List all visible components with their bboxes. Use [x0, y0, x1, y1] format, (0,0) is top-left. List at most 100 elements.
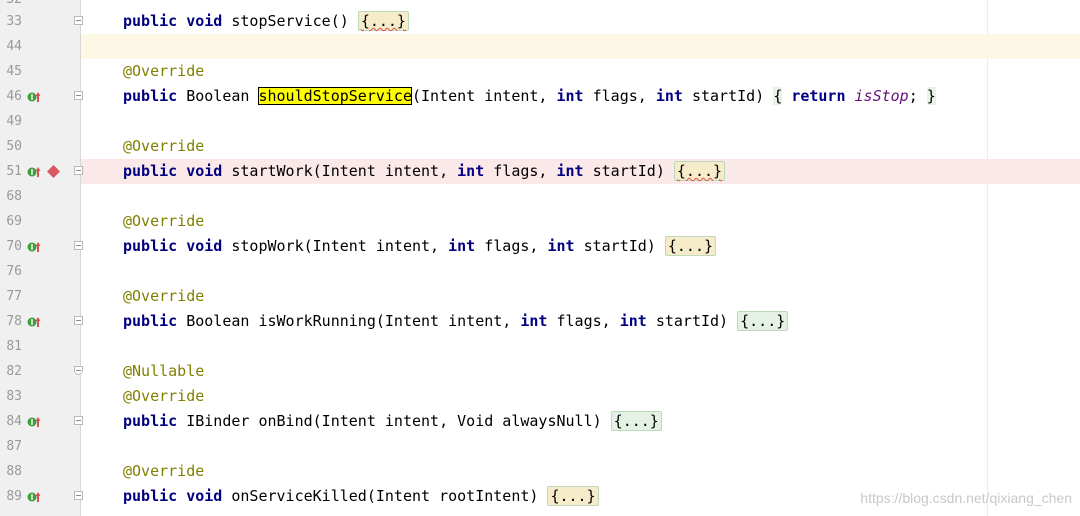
folded-code-block[interactable]: {...} [673, 161, 726, 181]
code-line[interactable]: 76 [0, 259, 1080, 284]
folded-code-block[interactable]: {...} [664, 236, 717, 256]
code-editor[interactable]: 32 33 public void stopService() {...} 44… [0, 0, 1080, 516]
folded-code-block[interactable]: {...} [610, 411, 662, 431]
params: startId) [682, 87, 774, 105]
code-text[interactable]: public Boolean isWorkRunning(Intent inte… [123, 309, 789, 334]
code-text[interactable]: public void stopWork(Intent intent, int … [123, 234, 717, 259]
code-text[interactable]: @Override [123, 134, 204, 159]
fold-toggle-icon[interactable] [74, 491, 83, 500]
implements-override-icon[interactable] [27, 490, 41, 504]
keyword: void [186, 162, 223, 180]
annotation: @Override [123, 387, 205, 405]
breakpoint-diamond-icon[interactable] [47, 165, 60, 178]
keyword: int [457, 162, 485, 180]
implements-override-icon[interactable] [27, 415, 41, 429]
folded-code-block[interactable]: {...} [737, 311, 789, 331]
fold-toggle-icon[interactable] [74, 416, 83, 425]
code-line[interactable]: 70 public void stopWork(Intent intent, i… [0, 234, 1080, 259]
method-signature: isWorkRunning(Intent intent, [258, 312, 521, 330]
line-number: 46 [6, 89, 22, 104]
code-text[interactable]: public void stopService() {...} [123, 9, 409, 34]
keyword: public [123, 237, 178, 255]
implements-override-icon[interactable] [27, 90, 41, 104]
line-number: 78 [6, 314, 22, 329]
line-number: 49 [6, 114, 22, 129]
code-text[interactable]: public void startWork(Intent intent, int… [123, 159, 726, 184]
method-signature: stopWork(Intent intent, [231, 237, 449, 255]
code-text[interactable]: @Override [123, 384, 204, 409]
code-line[interactable]: 81 [0, 334, 1080, 359]
code-line[interactable]: 84 public IBinder onBind(Intent intent, … [0, 409, 1080, 434]
code-text[interactable]: @Nullable [123, 359, 204, 384]
field-ref[interactable]: isStop [855, 87, 909, 105]
fold-toggle-icon[interactable] [74, 91, 83, 100]
code-line[interactable]: 49 [0, 109, 1080, 134]
code-line[interactable]: 88 @Override [0, 459, 1080, 484]
type: Boolean [186, 87, 250, 105]
fold-toggle-icon[interactable] [74, 316, 83, 325]
params: flags, [475, 237, 548, 255]
implements-override-icon[interactable] [27, 165, 41, 179]
type: Boolean [186, 312, 250, 330]
keyword: public [123, 87, 178, 105]
folded-code-block[interactable]: {...} [357, 11, 409, 31]
code-line[interactable]: 68 [0, 184, 1080, 209]
keyword: int [655, 87, 683, 105]
code-line[interactable]: 87 [0, 434, 1080, 459]
params: startId) [574, 237, 665, 255]
code-text[interactable]: public void onServiceKilled(Intent rootI… [123, 484, 599, 509]
brace: { [773, 87, 783, 105]
code-line[interactable]: 78 public Boolean isWorkRunning(Intent i… [0, 309, 1080, 334]
annotation: @Override [123, 462, 205, 480]
annotation: @Override [123, 62, 205, 80]
method-signature: onBind(Intent intent, Void alwaysNull) [258, 412, 611, 430]
code-line[interactable]: 33 public void stopService() {...} [0, 9, 1080, 34]
line-number: 87 [6, 439, 22, 454]
code-line[interactable]: 82 @Nullable [0, 359, 1080, 384]
code-line[interactable]: 69 @Override [0, 209, 1080, 234]
semicolon: ; [908, 87, 927, 105]
code-text[interactable]: @Override [123, 59, 204, 84]
code-line[interactable]: 77 @Override [0, 284, 1080, 309]
line-number: 45 [6, 64, 22, 79]
brace: } [926, 87, 936, 105]
code-line-current[interactable]: 44 [0, 34, 1080, 59]
code-text[interactable]: public Boolean shouldStopService(Intent … [123, 84, 936, 109]
fold-toggle-icon[interactable] [74, 241, 83, 250]
params: flags, [583, 87, 656, 105]
annotation: @Override [123, 137, 205, 155]
implements-override-icon[interactable] [27, 315, 41, 329]
line-number: 51 [6, 164, 22, 179]
code-text[interactable]: @Override [123, 459, 204, 484]
line-number: 77 [6, 289, 22, 304]
keyword: public [123, 162, 178, 180]
keyword: int [520, 312, 548, 330]
type: IBinder [186, 412, 250, 430]
folded-code-block[interactable]: {...} [547, 486, 599, 506]
code-text[interactable]: @Override [123, 209, 204, 234]
line-number: 89 [6, 489, 22, 504]
fold-toggle-icon[interactable] [74, 366, 83, 375]
code-line[interactable]: 83 @Override [0, 384, 1080, 409]
annotation: @Override [123, 287, 205, 305]
code-line[interactable]: 50 @Override [0, 134, 1080, 159]
watermark: https://blog.csdn.net/qixiang_chen [860, 490, 1072, 506]
fold-toggle-icon[interactable] [74, 16, 83, 25]
highlighted-method-name[interactable]: shouldStopService [258, 87, 412, 105]
code-line-breakpoint[interactable]: 51 public void startWork(Intent intent, … [0, 159, 1080, 184]
code-text[interactable]: @Override [123, 284, 204, 309]
keyword: int [448, 237, 476, 255]
params: flags, [547, 312, 620, 330]
line-number: 82 [6, 364, 22, 379]
annotation: @Override [123, 212, 205, 230]
keyword: void [186, 12, 223, 30]
line-number: 84 [6, 414, 22, 429]
keyword: int [619, 312, 647, 330]
code-line[interactable]: 45 @Override [0, 59, 1080, 84]
implements-override-icon[interactable] [27, 240, 41, 254]
params: startId) [583, 162, 674, 180]
code-line[interactable]: 46 public Boolean shouldStopService(Inte… [0, 84, 1080, 109]
keyword: int [556, 162, 584, 180]
fold-toggle-icon[interactable] [74, 166, 83, 175]
code-text[interactable]: public IBinder onBind(Intent intent, Voi… [123, 409, 662, 434]
